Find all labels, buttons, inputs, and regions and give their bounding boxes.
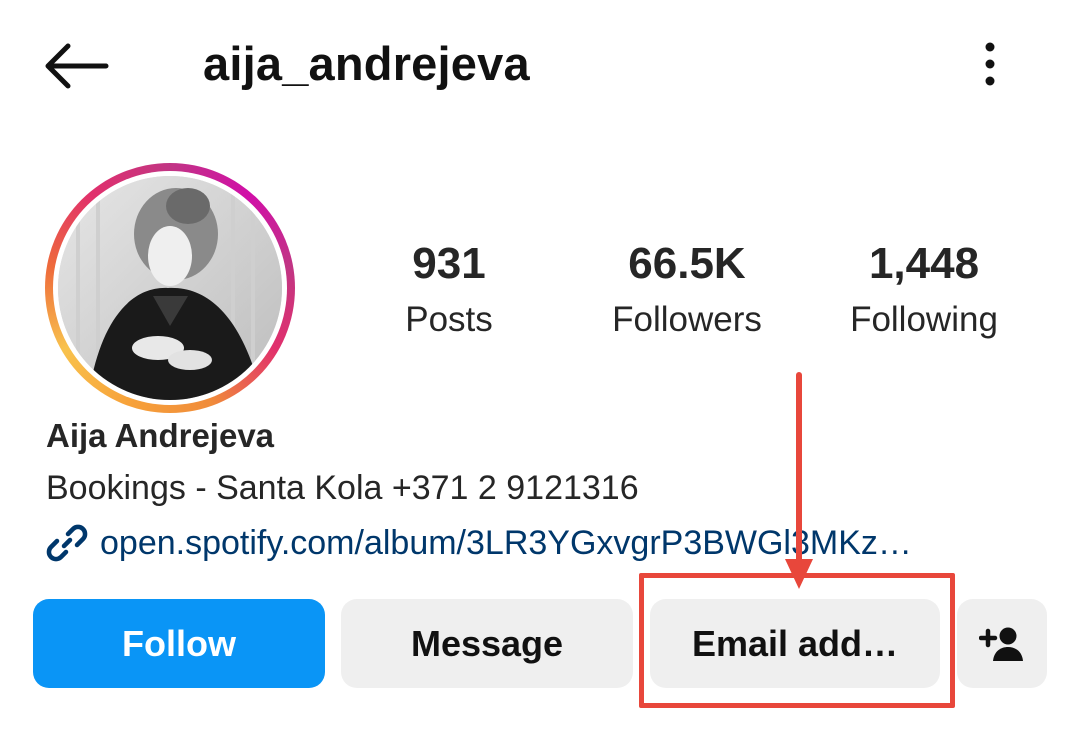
profile-bio: Bookings - Santa Kola +371 2 9121316 (46, 469, 639, 507)
link-icon (46, 524, 88, 562)
stat-posts[interactable]: 931 Posts (339, 236, 559, 342)
stat-label: Posts (405, 300, 493, 339)
profile-username: aija_andrejeva (203, 37, 530, 90)
follow-button[interactable]: Follow (33, 599, 325, 688)
stat-label: Followers (612, 300, 762, 339)
stat-value: 1,448 (868, 239, 980, 288)
stat-value: 66.5K (628, 239, 746, 288)
more-vertical-icon (985, 42, 995, 86)
suggested-people-button[interactable] (957, 599, 1047, 688)
back-button[interactable] (40, 34, 120, 98)
stat-value: 931 (412, 239, 486, 288)
profile-full-name: Aija Andrejeva (46, 417, 275, 454)
stat-label: Following (850, 300, 998, 339)
stat-followers[interactable]: 66.5K Followers (577, 236, 797, 342)
annotation-arrow (785, 372, 813, 589)
more-options-button[interactable] (968, 36, 1012, 92)
message-button[interactable]: Message (341, 599, 633, 688)
annotation-highlight-box (639, 573, 955, 708)
add-person-icon (979, 627, 1023, 661)
stat-following[interactable]: 1,448 Following (814, 236, 1034, 342)
avatar-story-ring[interactable] (45, 163, 295, 413)
avatar (58, 176, 282, 400)
arrow-left-icon (45, 43, 109, 89)
